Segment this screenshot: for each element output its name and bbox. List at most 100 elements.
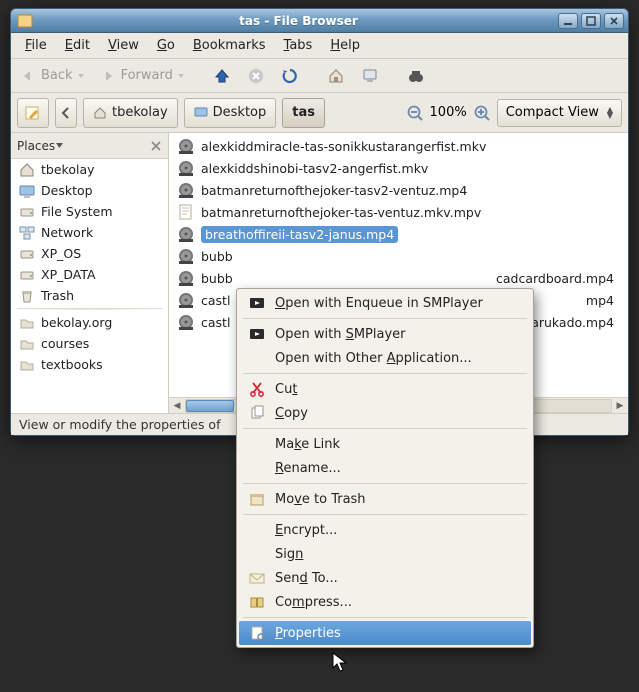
scroll-left-icon[interactable]: ◀ [169, 399, 185, 413]
app-icon [17, 13, 33, 29]
home-icon [19, 162, 35, 178]
cut-icon [247, 381, 267, 397]
path-segment-current[interactable]: tas [282, 98, 325, 128]
context-menu-item[interactable]: Move to Trash [239, 487, 531, 511]
menu-tabs[interactable]: Tabs [276, 35, 321, 56]
file-row[interactable]: bubbcadcardboard.mp4 [169, 267, 628, 289]
edit-path-button[interactable] [17, 98, 49, 128]
file-name: breathoffireii-tasv2-janus.mp4 [201, 226, 398, 243]
context-menu-separator [243, 428, 527, 429]
context-menu-label: Open with Other Application... [275, 351, 472, 366]
context-menu-item[interactable]: Open with Other Application... [239, 346, 531, 370]
back-button[interactable]: Back [15, 65, 91, 86]
zoom-in-button[interactable] [473, 104, 491, 122]
context-menu-item[interactable]: Open with SMPlayer [239, 322, 531, 346]
search-button[interactable] [401, 64, 431, 88]
menu-view[interactable]: View [100, 35, 147, 56]
sidebar-bookmark[interactable]: textbooks [11, 354, 168, 375]
stop-button[interactable] [241, 64, 271, 88]
menu-edit[interactable]: Edit [57, 35, 98, 56]
close-button[interactable] [604, 13, 624, 29]
context-menu-item[interactable]: Rename... [239, 456, 531, 480]
context-menu-item[interactable]: Make Link [239, 432, 531, 456]
video-icon [177, 225, 195, 243]
context-menu-item[interactable]: Cut [239, 377, 531, 401]
sidebar-item[interactable]: Desktop [11, 180, 168, 201]
file-name-tail: cadcardboard.mp4 [496, 271, 620, 286]
forward-button[interactable]: Forward [95, 65, 191, 86]
context-menu-item[interactable]: Encrypt... [239, 518, 531, 542]
titlebar[interactable]: tas - File Browser [11, 9, 628, 33]
context-menu-separator [243, 514, 527, 515]
file-name: castl [201, 315, 230, 330]
path-segment-home[interactable]: tbekolay [83, 98, 178, 128]
view-mode-select[interactable]: Compact View ▲▼ [497, 99, 622, 127]
sidebar-item-label: textbooks [41, 357, 103, 372]
menu-go[interactable]: Go [149, 35, 183, 56]
sidebar-item[interactable]: tbekolay [11, 159, 168, 180]
context-menu-item[interactable]: Open with Enqueue in SMPlayer [239, 291, 531, 315]
sidebar-item-label: bekolay.org [41, 315, 112, 330]
sidebar-divider [17, 308, 162, 310]
context-menu-item[interactable]: Copy [239, 401, 531, 425]
sidebar-bookmark[interactable]: bekolay.org [11, 312, 168, 333]
sidebar-item[interactable]: XP_DATA [11, 264, 168, 285]
context-menu-label: Move to Trash [275, 492, 366, 507]
path-prev-button[interactable] [55, 98, 77, 128]
scroll-thumb[interactable] [186, 400, 234, 412]
minimize-button[interactable] [558, 13, 578, 29]
sidebar-item-label: Trash [41, 288, 74, 303]
chevron-down-icon [177, 72, 185, 80]
up-button[interactable] [207, 64, 237, 88]
context-menu-item[interactable]: Sign [239, 542, 531, 566]
sidebar-item[interactable]: XP_OS [11, 243, 168, 264]
drive-icon [19, 246, 35, 262]
sidebar-item[interactable]: Trash [11, 285, 168, 306]
video-icon [177, 137, 195, 155]
home-button[interactable] [321, 64, 351, 88]
path-segment-desktop[interactable]: Desktop [184, 98, 277, 128]
window-title: tas - File Browser [39, 14, 558, 28]
sidebar-bookmark[interactable]: courses [11, 333, 168, 354]
chevron-down-icon [55, 141, 64, 150]
context-menu-item[interactable]: Properties [239, 621, 531, 645]
context-menu-separator [243, 483, 527, 484]
stop-icon [247, 67, 265, 85]
menubar: File Edit View Go Bookmarks Tabs Help [11, 33, 628, 59]
file-row[interactable]: breathoffireii-tasv2-janus.mp4 [169, 223, 628, 245]
file-row[interactable]: batmanreturnofthejoker-tasv2-ventuz.mp4 [169, 179, 628, 201]
menu-help[interactable]: Help [322, 35, 368, 56]
menu-bookmarks[interactable]: Bookmarks [185, 35, 274, 56]
maximize-button[interactable] [581, 13, 601, 29]
sidebar-item-label: Desktop [41, 183, 93, 198]
file-row[interactable]: alexkiddshinobi-tasv2-angerfist.mkv [169, 157, 628, 179]
file-name: alexkiddshinobi-tasv2-angerfist.mkv [201, 161, 428, 176]
view-mode-label: Compact View [506, 105, 599, 120]
sidebar-header[interactable]: Places [11, 133, 168, 159]
context-menu-label: Cut [275, 382, 297, 397]
context-menu-item[interactable]: Compress... [239, 590, 531, 614]
computer-icon [361, 67, 379, 85]
menu-file[interactable]: File [17, 35, 55, 56]
context-menu-item[interactable]: Send To... [239, 566, 531, 590]
file-row[interactable]: bubb [169, 245, 628, 267]
sidebar-item[interactable]: File System [11, 201, 168, 222]
context-menu[interactable]: Open with Enqueue in SMPlayer Open with S… [236, 288, 534, 648]
computer-button[interactable] [355, 64, 385, 88]
back-icon [21, 69, 37, 83]
sidebar-close-icon[interactable] [150, 140, 162, 152]
forward-label: Forward [121, 68, 173, 83]
status-text: View or modify the properties of [19, 417, 220, 432]
sidebar: Places tbekolay Desktop File SystemNetwork… [11, 133, 169, 413]
reload-button[interactable] [275, 64, 305, 88]
text-file-icon [177, 203, 195, 221]
updown-icon: ▲▼ [607, 107, 613, 119]
context-menu-label: Open with Enqueue in SMPlayer [275, 296, 483, 311]
file-row[interactable]: alexkiddmiracle-tas-sonikkustarangerfist… [169, 135, 628, 157]
zoom-out-button[interactable] [406, 104, 424, 122]
video-icon [177, 181, 195, 199]
scroll-right-icon[interactable]: ▶ [612, 399, 628, 413]
file-row[interactable]: batmanreturnofthejoker-tas-ventuz.mkv.mp… [169, 201, 628, 223]
sidebar-item[interactable]: Network [11, 222, 168, 243]
video-icon [177, 247, 195, 265]
